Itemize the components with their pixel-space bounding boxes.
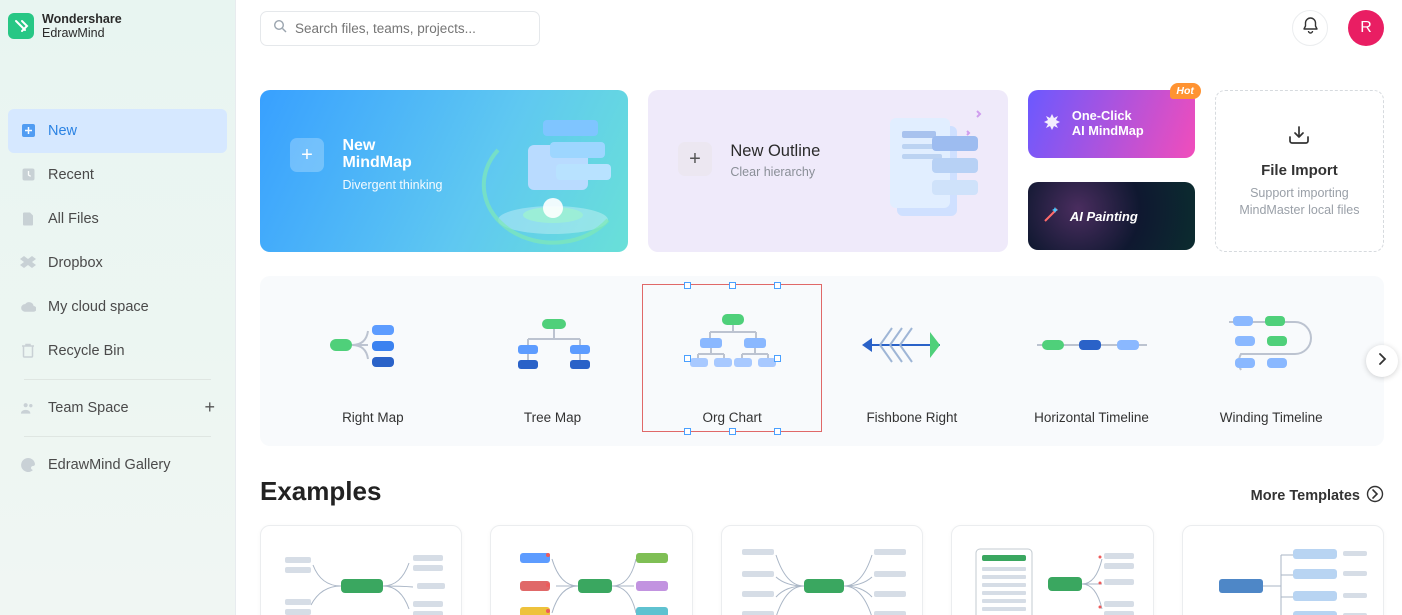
ai-painting-card[interactable]: AI Painting: [1028, 182, 1195, 250]
brand-line2: EdrawMind: [42, 26, 122, 40]
mindmap-thumb-icon: [962, 535, 1142, 615]
logo-mark-icon: [8, 13, 34, 39]
example-card[interactable]: [260, 525, 462, 615]
template-types-row: Right Map Tree Map Org Chart Fishbone Ri…: [260, 276, 1384, 446]
user-avatar[interactable]: R: [1348, 10, 1384, 46]
outline-illustration-icon: [872, 96, 1002, 246]
sidebar-item-label: Recent: [48, 167, 94, 183]
new-outline-card[interactable]: + New Outline Clear hierarchy: [648, 90, 1008, 252]
sidebar-item-label: EdrawMind Gallery: [48, 457, 171, 473]
template-winding-timeline[interactable]: Winding Timeline: [1184, 290, 1358, 432]
sidebar-item-label: New: [48, 123, 77, 139]
main-content: R + NewMindMap Divergent thinking +: [236, 0, 1402, 615]
import-icon: [1287, 123, 1311, 152]
divider: [24, 436, 211, 437]
ai-oneclick-card[interactable]: Hot One-ClickAI MindMap: [1028, 90, 1195, 158]
outline-subtitle: Clear hierarchy: [730, 165, 820, 179]
sidebar-item-recent[interactable]: Recent: [8, 153, 227, 197]
brand-line1: Wondershare: [42, 12, 122, 26]
create-row: + NewMindMap Divergent thinking + New Ou…: [260, 90, 1384, 252]
file-import-card[interactable]: File Import Support importing MindMaster…: [1215, 90, 1384, 252]
mindmap-thumb-icon: [502, 535, 682, 615]
hot-badge: Hot: [1170, 83, 1201, 99]
sidebar-item-label: Recycle Bin: [48, 343, 125, 359]
add-team-icon[interactable]: +: [204, 397, 215, 418]
import-subtitle: Support importing MindMaster local files: [1228, 185, 1371, 219]
mindmap-subtitle: Divergent thinking: [342, 178, 442, 192]
file-icon: [20, 211, 36, 227]
sidebar-item-label: Team Space: [48, 400, 129, 416]
examples-header: Examples More Templates: [260, 476, 1384, 507]
palette-icon: [20, 457, 36, 473]
more-templates-label: More Templates: [1251, 488, 1360, 504]
example-card[interactable]: [721, 525, 923, 615]
sidebar-nav: New Recent All Files Dropbox My cloud sp…: [0, 101, 235, 495]
import-title: File Import: [1261, 162, 1338, 179]
sidebar-item-label: My cloud space: [48, 299, 149, 315]
clock-icon: [20, 167, 36, 183]
mindmap-thumb-icon: [732, 535, 912, 615]
template-label: Tree Map: [524, 410, 581, 425]
example-card[interactable]: [951, 525, 1153, 615]
sidebar-item-dropbox[interactable]: Dropbox: [8, 241, 227, 285]
mindmap-title-2: MindMap: [342, 154, 411, 171]
ai-column: Hot One-ClickAI MindMap AI Painting: [1028, 90, 1195, 252]
example-card[interactable]: [490, 525, 692, 615]
notifications-button[interactable]: [1292, 10, 1328, 46]
template-right-map[interactable]: Right Map: [286, 290, 460, 432]
sidebar-item-recycle[interactable]: Recycle Bin: [8, 329, 227, 373]
outline-title: New Outline: [730, 142, 820, 161]
search-input[interactable]: [295, 21, 527, 36]
ai-oneclick-line1: One-Click: [1072, 108, 1132, 123]
template-label: Winding Timeline: [1220, 410, 1323, 425]
chevron-right-icon: [1377, 352, 1387, 370]
examples-row: [260, 525, 1384, 615]
template-label: Right Map: [342, 410, 404, 425]
sidebar-item-team-space[interactable]: Team Space +: [8, 386, 227, 430]
ai-star-icon: [1042, 112, 1062, 136]
mindmap-thumb-icon: [1193, 535, 1373, 615]
circle-arrow-icon: [1366, 485, 1384, 507]
app-logo: Wondershare EdrawMind: [0, 0, 235, 49]
divider: [24, 379, 211, 380]
ai-oneclick-line2: AI MindMap: [1072, 123, 1144, 138]
example-card[interactable]: [1182, 525, 1384, 615]
template-horizontal-timeline[interactable]: Horizontal Timeline: [1005, 290, 1179, 432]
sidebar-item-all-files[interactable]: All Files: [8, 197, 227, 241]
template-label: Fishbone Right: [866, 410, 957, 425]
sidebar-item-new[interactable]: New: [8, 109, 227, 153]
new-mindmap-card[interactable]: + NewMindMap Divergent thinking: [260, 90, 628, 252]
template-label: Horizontal Timeline: [1034, 410, 1149, 425]
template-fishbone-right[interactable]: Fishbone Right: [825, 290, 999, 432]
search-box[interactable]: [260, 11, 540, 46]
template-tree-map[interactable]: Tree Map: [466, 290, 640, 432]
topbar: R: [260, 10, 1384, 46]
sidebar-item-label: All Files: [48, 211, 99, 227]
mindmap-thumb-icon: [271, 535, 451, 615]
more-templates-link[interactable]: More Templates: [1251, 485, 1384, 507]
plus-icon: +: [290, 138, 324, 172]
dropbox-icon: [20, 255, 36, 271]
template-org-chart[interactable]: Org Chart: [645, 290, 819, 432]
plus-square-icon: [20, 123, 36, 139]
sidebar: Wondershare EdrawMind New Recent All Fil…: [0, 0, 236, 615]
avatar-initial: R: [1360, 19, 1372, 37]
examples-heading: Examples: [260, 476, 381, 507]
bell-icon: [1302, 17, 1319, 40]
sidebar-item-cloud[interactable]: My cloud space: [8, 285, 227, 329]
wand-icon: [1042, 206, 1060, 227]
mindmap-illustration-icon: [478, 90, 628, 252]
ai-painting-label: AI Painting: [1070, 209, 1138, 224]
search-icon: [273, 19, 287, 38]
sidebar-item-label: Dropbox: [48, 255, 103, 271]
templates-next-button[interactable]: [1366, 345, 1398, 377]
trash-icon: [20, 343, 36, 359]
cloud-icon: [20, 299, 36, 315]
mindmap-title-1: New: [342, 137, 375, 154]
plus-icon: +: [678, 142, 712, 176]
users-icon: [20, 400, 36, 416]
sidebar-item-gallery[interactable]: EdrawMind Gallery: [8, 443, 227, 487]
